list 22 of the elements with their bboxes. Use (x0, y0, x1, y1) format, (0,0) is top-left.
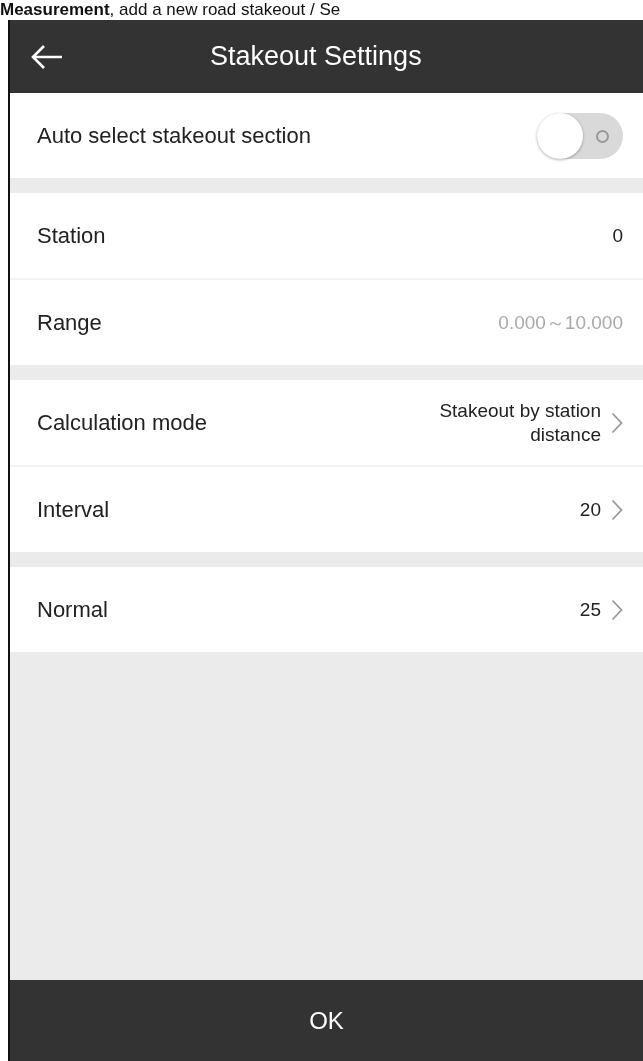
row-value: 0.000～10.000 (498, 310, 623, 335)
ok-button[interactable]: OK (10, 980, 643, 1061)
row-label: Station (37, 222, 107, 249)
row-label: Calculation mode (37, 409, 208, 436)
screen-title: Stakeout Settings (210, 41, 422, 72)
toggle-switch[interactable] (537, 112, 623, 159)
row-value: 0 (612, 223, 623, 248)
settings-row[interactable]: Auto select stakeout section (10, 93, 643, 178)
row-value: 25 (579, 597, 601, 622)
settings-row[interactable]: Normal 25 (10, 567, 643, 652)
back-arrow-icon[interactable] (30, 43, 64, 70)
settings-row[interactable]: Range 0.000～10.000 (10, 280, 643, 365)
settings-row[interactable]: Station 0 (10, 193, 643, 280)
row-label: Interval (37, 496, 111, 523)
row-value: 20 (579, 497, 601, 522)
row-label: Auto select stakeout section (37, 122, 312, 149)
settings-row[interactable]: Interval 20 (10, 467, 643, 552)
settings-row[interactable]: Calculation mode Stakeout by station distance (10, 380, 643, 467)
row-label: Normal (37, 596, 109, 623)
row-label: Range (37, 309, 103, 336)
caption-text: Measurement, add a new road stakeout / Se (0, 0, 342, 20)
row-value: Stakeout by station distance (438, 398, 601, 447)
